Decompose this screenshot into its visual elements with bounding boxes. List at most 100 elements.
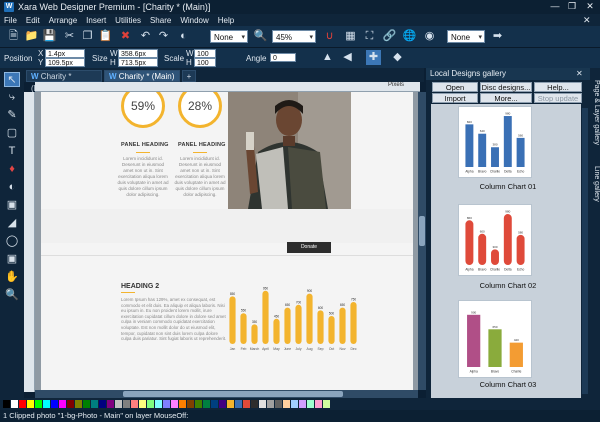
text-tool-icon[interactable]: T (4, 144, 20, 159)
color-swatch[interactable] (187, 400, 194, 408)
gallery-help-button[interactable]: Help... (534, 82, 582, 92)
flip-horizontal-icon[interactable]: ▲ (320, 50, 335, 65)
menu-insert[interactable]: Insert (86, 16, 106, 25)
color-swatch[interactable] (235, 400, 242, 408)
color-swatch[interactable] (123, 400, 130, 408)
color-swatch[interactable] (251, 400, 258, 408)
menu-arrange[interactable]: Arrange (49, 16, 77, 25)
angle-field[interactable]: 0 (270, 53, 296, 62)
vertical-scrollbar[interactable] (418, 92, 426, 390)
globe-icon[interactable]: 🌐 (402, 29, 417, 44)
boy-photo[interactable] (228, 92, 351, 209)
contour-tool-icon[interactable]: ◯ (4, 234, 20, 249)
zoom-select[interactable]: 45% ▾ (272, 30, 316, 43)
color-swatch[interactable] (195, 400, 202, 408)
menu-edit[interactable]: Edit (26, 16, 40, 25)
freehand-tool-icon[interactable]: ✎ (4, 108, 20, 123)
line-gallery-tab[interactable]: Line gallery (591, 166, 600, 202)
pan-tool-icon[interactable]: ✋ (4, 270, 20, 285)
donate-button[interactable]: Donate (287, 242, 331, 253)
menu-window[interactable]: Window (180, 16, 208, 25)
minimize-button[interactable]: — (548, 1, 562, 11)
color-swatch[interactable] (227, 400, 234, 408)
menu-utilities[interactable]: Utilities (115, 16, 141, 25)
color-swatch[interactable] (11, 400, 18, 408)
color-swatch[interactable] (163, 400, 170, 408)
color-swatch[interactable] (283, 400, 290, 408)
save-icon[interactable]: 💾 (42, 29, 57, 44)
gallery-item-column-chart-01[interactable]: 820 Alpha 640 Bravo 380 Charlie 980 Delta 560 Ech… (458, 106, 532, 178)
document-canvas[interactable]: 59% 28% PANEL HEADING PANEL HEADING Lore… (35, 92, 418, 390)
disc-designs-button[interactable]: Disc designs... (480, 82, 532, 92)
transparency-icon[interactable]: ◐ (176, 29, 191, 44)
menu-help[interactable]: Help (218, 16, 234, 25)
open-folder-icon[interactable]: 📁 (24, 29, 39, 44)
quality-select[interactable]: None ▾ (210, 30, 248, 43)
color-swatch[interactable] (107, 400, 114, 408)
new-document-icon[interactable]: 🗎 (6, 29, 21, 44)
color-swatch[interactable] (299, 400, 306, 408)
color-swatch[interactable] (83, 400, 90, 408)
color-swatch[interactable] (131, 400, 138, 408)
color-swatch[interactable] (19, 400, 26, 408)
delete-icon[interactable]: ✖ (118, 29, 133, 44)
color-swatch[interactable] (75, 400, 82, 408)
photo-tool-icon[interactable]: ▣ (4, 252, 20, 267)
color-swatch[interactable] (155, 400, 162, 408)
horizontal-scroll-thumb[interactable] (123, 391, 343, 397)
color-swatch[interactable] (99, 400, 106, 408)
style-select[interactable]: None ▾ (447, 30, 485, 43)
cut-icon[interactable]: ✂ (62, 29, 77, 44)
color-swatch[interactable] (291, 400, 298, 408)
redo-icon[interactable]: ↷ (156, 29, 171, 44)
color-swatch[interactable] (115, 400, 122, 408)
height-field[interactable]: 713.5px (118, 58, 158, 67)
color-swatch[interactable] (59, 400, 66, 408)
x-position-field[interactable]: 1.4px (45, 49, 85, 58)
link-icon[interactable]: 🔗 (382, 29, 397, 44)
gallery-item-column-chart-02[interactable]: 860 Alpha 600 Bravo 300 Charlie 980 Delta 580 Ech… (458, 204, 532, 276)
color-swatch[interactable] (147, 400, 154, 408)
gallery-more-button[interactable]: More... (480, 93, 532, 103)
shadow-tool-icon[interactable]: ▣ (4, 198, 20, 213)
restore-button[interactable]: ❐ (565, 1, 579, 12)
overflow-arrow-icon[interactable]: ➡ (490, 29, 505, 44)
color-swatch[interactable] (139, 400, 146, 408)
preview-icon[interactable]: ◉ (422, 29, 437, 44)
color-swatch[interactable] (51, 400, 58, 408)
menu-file[interactable]: File (4, 16, 17, 25)
color-swatch[interactable] (307, 400, 314, 408)
color-swatch[interactable] (323, 400, 330, 408)
color-swatch[interactable] (219, 400, 226, 408)
vertical-scroll-thumb[interactable] (419, 216, 425, 246)
color-swatch[interactable] (91, 400, 98, 408)
color-swatch[interactable] (35, 400, 42, 408)
color-swatch[interactable] (27, 400, 34, 408)
zoom-icon[interactable]: 🔍 (253, 29, 268, 44)
tab-charity-main[interactable]: W Charity * (Main) ✕ (104, 70, 180, 93)
zoom-tool-icon[interactable]: 🔍 (4, 288, 20, 303)
bevel-tool-icon[interactable]: ◢ (4, 216, 20, 231)
color-swatch[interactable] (203, 400, 210, 408)
color-swatch[interactable] (43, 400, 50, 408)
color-swatch[interactable] (211, 400, 218, 408)
fullscreen-icon[interactable]: ⛶ (362, 29, 377, 44)
color-swatch[interactable] (275, 400, 282, 408)
tab-charity-mobile[interactable]: W Charity * (Mobile) ✕ (26, 70, 102, 93)
flip-vertical-icon[interactable]: ◀ (340, 50, 355, 65)
new-tab-button[interactable]: + (182, 70, 196, 82)
grid-icon[interactable]: ▦ (343, 29, 358, 44)
gallery-close-icon[interactable]: ✕ (576, 69, 583, 78)
gallery-import-button[interactable]: Import (432, 93, 478, 103)
lock-aspect-icon[interactable]: ◆ (390, 50, 405, 65)
node-tool-icon[interactable]: ⤷ (4, 90, 20, 105)
transparency-tool-icon[interactable]: ◐ (4, 180, 20, 195)
color-swatch[interactable] (67, 400, 74, 408)
color-swatch[interactable] (243, 400, 250, 408)
web-page[interactable]: 59% 28% PANEL HEADING PANEL HEADING Lore… (41, 92, 413, 390)
scale-height-field[interactable]: 100 % (194, 58, 216, 76)
color-swatch[interactable] (3, 400, 10, 408)
stop-update-button[interactable]: Stop update (534, 93, 582, 103)
page-layer-gallery-tab[interactable]: Page & Layer gallery (591, 80, 600, 145)
close-document-icon[interactable]: ✕ (583, 15, 591, 26)
